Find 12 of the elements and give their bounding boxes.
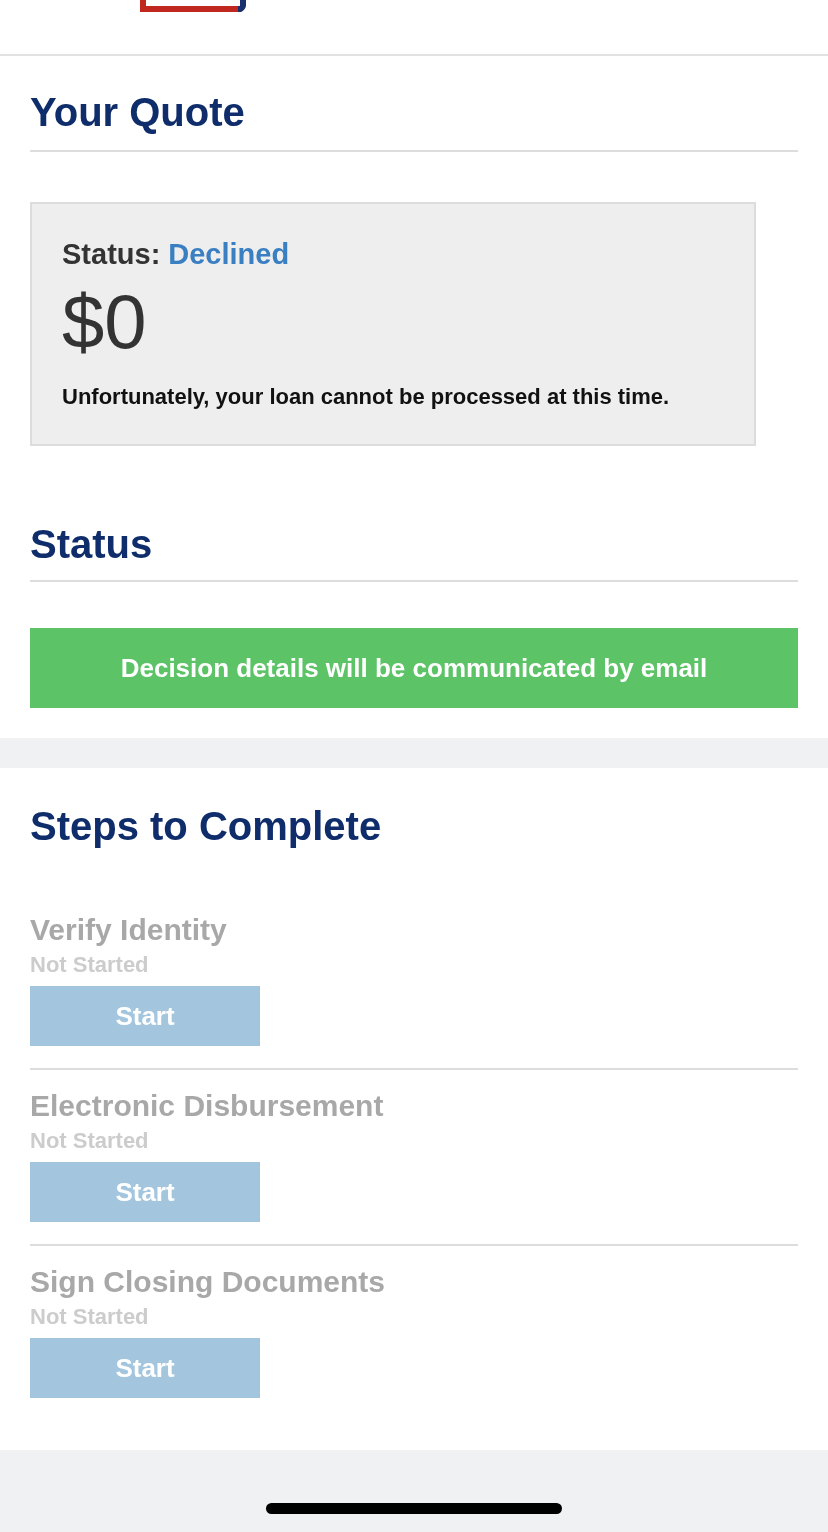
section-heading: Your Quote [30, 88, 798, 152]
status-banner: Decision details will be communicated by email [30, 628, 798, 708]
quote-message: Unfortunately, your loan cannot be processed at this time. [62, 384, 671, 410]
status-label: Status: [62, 238, 161, 270]
section-heading: Status [30, 520, 798, 582]
status-value: Declined [168, 238, 290, 270]
step-title: Electronic Disbursement [30, 1088, 385, 1124]
step-title: Verify Identity [30, 912, 228, 948]
section-heading: Steps to Complete [30, 803, 383, 850]
step-title: Sign Closing Documents [30, 1264, 387, 1300]
logo-icon [140, 0, 246, 12]
quote-amount: $0 [62, 284, 148, 360]
